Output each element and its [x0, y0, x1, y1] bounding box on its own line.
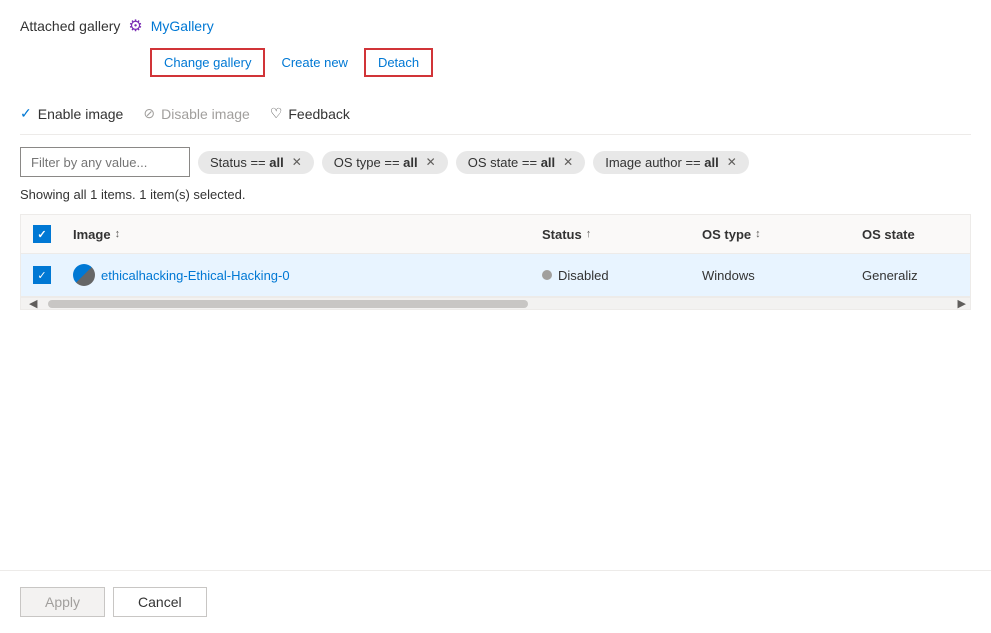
cancel-button[interactable]: Cancel: [113, 587, 207, 617]
feedback-button[interactable]: ♡ Feedback: [270, 101, 350, 126]
actions-row: Change gallery Create new Detach: [150, 48, 971, 77]
filter-input[interactable]: [20, 147, 190, 177]
check-icon: ✓: [20, 105, 32, 122]
image-name-link[interactable]: ethicalhacking-Ethical-Hacking-0: [101, 268, 290, 283]
status-line: Showing all 1 items. 1 item(s) selected.: [20, 187, 971, 202]
status-filter-close[interactable]: ✕: [292, 155, 302, 169]
disable-image-button[interactable]: ⊘ Disable image: [143, 101, 249, 126]
os-state-filter-label: OS state == all: [468, 155, 555, 170]
enable-image-button[interactable]: ✓ Enable image: [20, 101, 123, 126]
status-value: Disabled: [558, 268, 609, 283]
image-author-filter-label: Image author == all: [605, 155, 718, 170]
apply-button[interactable]: Apply: [20, 587, 105, 617]
image-sort-icon[interactable]: ↕: [115, 228, 121, 240]
th-checkbox: ✓: [21, 215, 61, 253]
os-state-value: Generaliz: [862, 268, 918, 283]
table-header: ✓ Image ↕ Status ↑ OS type ↕ OS state: [21, 215, 970, 254]
os-type-value: Windows: [702, 268, 755, 283]
th-os-type-label: OS type: [702, 227, 751, 242]
status-dot-icon: [542, 270, 552, 280]
th-os-state: OS state: [850, 215, 970, 253]
image-thumbnail: [73, 264, 95, 286]
th-status-label: Status: [542, 227, 582, 242]
td-os-type: Windows: [690, 254, 850, 296]
os-state-filter-chip: OS state == all ✕: [456, 151, 586, 174]
change-gallery-button[interactable]: Change gallery: [150, 48, 265, 77]
th-os-state-label: OS state: [862, 227, 915, 242]
gallery-name: MyGallery: [151, 18, 214, 34]
feedback-label: Feedback: [288, 106, 349, 122]
th-image: Image ↕: [61, 215, 530, 253]
table-row: ✓ ethicalhacking-Ethical-Hacking-0 Disab…: [21, 254, 970, 297]
checkbox-check-icon: ✓: [37, 228, 46, 241]
th-status: Status ↑: [530, 215, 690, 253]
footer: Apply Cancel: [0, 570, 991, 633]
td-os-state: Generaliz: [850, 254, 970, 296]
scroll-left-arrow[interactable]: ◀: [29, 298, 37, 309]
os-state-filter-close[interactable]: ✕: [563, 155, 573, 169]
image-author-filter-close[interactable]: ✕: [727, 155, 737, 169]
gallery-icon: ⚙: [128, 16, 142, 36]
attached-gallery-label: Attached gallery: [20, 18, 120, 34]
heart-icon: ♡: [270, 105, 283, 122]
td-image-name: ethicalhacking-Ethical-Hacking-0: [61, 254, 530, 296]
td-checkbox[interactable]: ✓: [21, 254, 61, 296]
disable-image-label: Disable image: [161, 106, 250, 122]
data-table: ✓ Image ↕ Status ↑ OS type ↕ OS state: [20, 214, 971, 310]
enable-image-label: Enable image: [38, 106, 124, 122]
os-type-filter-chip: OS type == all ✕: [322, 151, 448, 174]
th-os-type: OS type ↕: [690, 215, 850, 253]
status-sort-icon[interactable]: ↑: [586, 228, 592, 240]
horizontal-scrollbar[interactable]: ◀ ▶: [21, 297, 970, 309]
scroll-right-arrow[interactable]: ▶: [958, 298, 966, 309]
header-section: Attached gallery ⚙ MyGallery: [20, 16, 971, 36]
detach-button[interactable]: Detach: [364, 48, 433, 77]
scrollbar-track[interactable]: [48, 300, 528, 308]
row-checkbox[interactable]: ✓: [33, 266, 51, 284]
filter-section: Status == all ✕ OS type == all ✕ OS stat…: [20, 147, 971, 177]
row-checkbox-check-icon: ✓: [37, 269, 46, 282]
toolbar: ✓ Enable image ⊘ Disable image ♡ Feedbac…: [20, 93, 971, 135]
th-image-label: Image: [73, 227, 111, 242]
status-filter-chip: Status == all ✕: [198, 151, 314, 174]
disable-icon: ⊘: [143, 105, 155, 122]
os-type-filter-close[interactable]: ✕: [426, 155, 436, 169]
os-type-sort-icon[interactable]: ↕: [755, 228, 761, 240]
status-filter-label: Status == all: [210, 155, 284, 170]
create-new-button[interactable]: Create new: [269, 49, 359, 76]
header-checkbox[interactable]: ✓: [33, 225, 51, 243]
td-status: Disabled: [530, 254, 690, 296]
image-author-filter-chip: Image author == all ✕: [593, 151, 749, 174]
os-type-filter-label: OS type == all: [334, 155, 418, 170]
